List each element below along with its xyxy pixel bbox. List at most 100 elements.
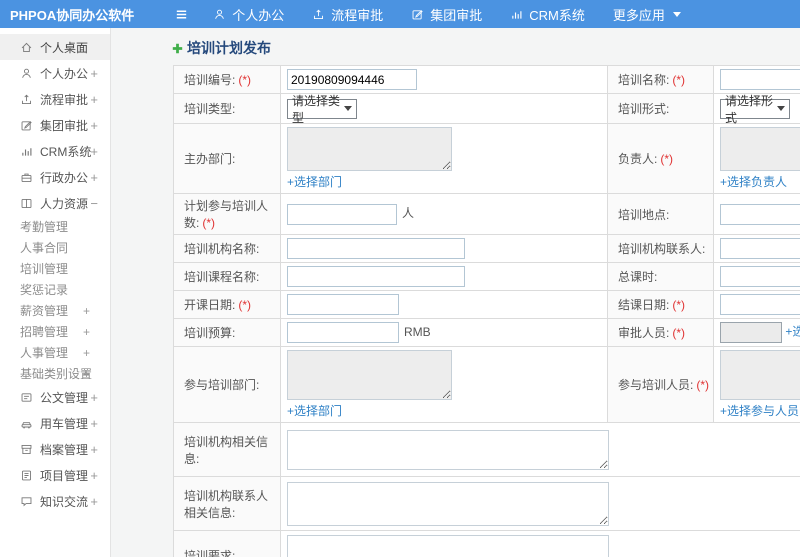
sidebar-item-project-mgmt[interactable]: 项目管理 +: [0, 462, 110, 488]
org-name-input[interactable]: [287, 238, 465, 259]
end-date-input[interactable]: [720, 294, 800, 315]
sidebar-subitem-recruit-mgmt[interactable]: 招聘管理 +: [0, 321, 110, 342]
requirements-textarea[interactable]: [287, 535, 609, 557]
approver-input[interactable]: [720, 322, 782, 343]
field-label: 参与培训部门:: [184, 378, 260, 392]
select-dept-link[interactable]: +选择部门: [287, 173, 342, 190]
nav-group-approval[interactable]: 集团审批: [411, 5, 482, 24]
field-label: 培训机构相关信息:: [184, 434, 269, 466]
field-label: 参与培训人员:: [618, 378, 694, 392]
sidebar-subitem-training-mgmt[interactable]: 培训管理: [0, 258, 110, 279]
table-row: 计划参与培训人数: (*) 人 培训地点:: [173, 193, 800, 235]
sidebar-item-personal-office[interactable]: 个人办公 +: [0, 60, 110, 86]
edit-icon: [411, 8, 424, 21]
table-row: 培训类型: 请选择类型 培训形式: 请选择形式: [173, 93, 800, 125]
clipboard-icon: [20, 469, 33, 482]
field-label: 审批人员:: [618, 326, 670, 340]
select-participants-link[interactable]: +选择参与人员: [720, 402, 799, 419]
budget-input[interactable]: [287, 322, 399, 343]
flow-export-icon: [20, 93, 33, 106]
document-icon: [20, 391, 33, 404]
sidebar-item-human-resources[interactable]: 人力资源 −: [0, 190, 110, 216]
table-row: 参与培训部门: +选择部门 参与培训人员: (*) +选择参与人员: [173, 346, 800, 423]
sidebar-item-archive-mgmt[interactable]: 档案管理 +: [0, 436, 110, 462]
nav-workflow-approval[interactable]: 流程审批: [312, 5, 383, 24]
table-row: 主办部门: +选择部门 负责人: (*) +选择负责人: [173, 123, 800, 194]
menu-toggle-button[interactable]: [174, 7, 189, 22]
required-asterisk: (*): [238, 298, 252, 312]
nav-more-apps[interactable]: 更多应用: [613, 5, 681, 24]
hamburger-icon: [174, 7, 189, 22]
location-input[interactable]: [720, 203, 800, 225]
book-icon: [20, 197, 33, 210]
host-dept-textarea[interactable]: [287, 127, 452, 171]
sidebar-subitem-reward-punishment[interactable]: 奖惩记录: [0, 279, 110, 300]
nav-personal-office[interactable]: 个人办公: [213, 5, 284, 24]
app-logo: PHPOA协同办公软件: [10, 7, 135, 23]
join-depts-textarea[interactable]: [287, 350, 452, 400]
home-icon: [20, 41, 33, 54]
sidebar-subitem-salary-mgmt[interactable]: 薪资管理 +: [0, 300, 110, 321]
field-label: 培训类型:: [184, 102, 236, 116]
sidebar-subitem-hr-contract[interactable]: 人事合同: [0, 237, 110, 258]
training-form-select[interactable]: 请选择形式: [720, 94, 790, 125]
field-label: 总课时:: [618, 270, 658, 284]
select-dept-link[interactable]: +选择部门: [287, 402, 342, 419]
total-hours-input[interactable]: [720, 266, 800, 287]
training-name-input[interactable]: [720, 69, 800, 90]
table-row: 培训机构名称: 培训机构联系人:: [173, 234, 800, 263]
select-approver-link[interactable]: +选择审批人员: [785, 325, 800, 339]
sidebar-item-vehicle-mgmt[interactable]: 用车管理 +: [0, 410, 110, 436]
sidebar-item-personal-desktop[interactable]: 个人桌面: [0, 34, 110, 60]
nav-crm-system[interactable]: CRM系统: [510, 5, 585, 24]
table-row: 开课日期: (*) 结课日期: (*): [173, 290, 800, 319]
main-content: 培训计划发布 培训编号:(*) 培训名称:(*) 培训类型: 请选择类型 培训形…: [112, 28, 800, 557]
org-contact-input[interactable]: [720, 238, 800, 259]
field-label: 结课日期:: [618, 298, 670, 312]
org-contact-info-textarea[interactable]: [287, 481, 609, 526]
course-name-input[interactable]: [287, 266, 465, 287]
required-asterisk: (*): [660, 152, 674, 166]
top-nav: 个人办公 流程审批 集团审批 CRM系统 更多应用: [213, 5, 709, 24]
org-info-textarea[interactable]: [287, 429, 609, 470]
planned-count-input[interactable]: [287, 203, 397, 225]
sidebar-subitem-attendance-mgmt[interactable]: 考勤管理: [0, 216, 110, 237]
user-icon: [20, 67, 33, 80]
sidebar-item-knowledge-exchange[interactable]: 知识交流 +: [0, 488, 110, 514]
field-label: 培训形式:: [618, 102, 670, 116]
sidebar-item-group-approval[interactable]: 集团审批 +: [0, 112, 110, 138]
table-row: 培训编号:(*) 培训名称:(*): [173, 65, 800, 94]
edit-icon: [20, 119, 33, 132]
field-label: 培训名称:: [618, 73, 670, 87]
sidebar-subitem-personnel-mgmt[interactable]: 人事管理 +: [0, 342, 110, 363]
sidebar: 个人桌面 个人办公 + 流程审批 + 集团审批 + CRM系统 + 行政办公 +…: [0, 28, 111, 557]
required-asterisk: (*): [696, 378, 710, 392]
join-people-textarea[interactable]: [720, 350, 800, 400]
chevron-down-icon: [344, 106, 352, 111]
flow-export-icon: [312, 8, 325, 21]
sidebar-item-workflow-approval[interactable]: 流程审批 +: [0, 86, 110, 112]
training-plan-form: 培训编号:(*) 培训名称:(*) 培训类型: 请选择类型 培训形式: 请选择形…: [173, 65, 800, 557]
sidebar-subitem-base-category-settings[interactable]: 基础类别设置 +: [0, 363, 110, 384]
start-date-input[interactable]: [287, 294, 399, 315]
table-row: 培训机构相关信息:: [173, 422, 800, 477]
sidebar-item-admin-office[interactable]: 行政办公 +: [0, 164, 110, 190]
sidebar-item-crm-system[interactable]: CRM系统 +: [0, 138, 110, 164]
field-label: 培训机构名称:: [184, 242, 260, 256]
field-label: 培训机构联系人:: [618, 242, 706, 256]
training-type-select[interactable]: 请选择类型: [287, 94, 357, 125]
field-label: 培训课程名称:: [184, 270, 260, 284]
select-leader-link[interactable]: +选择负责人: [720, 173, 787, 190]
briefcase-icon: [20, 171, 33, 184]
field-label: 培训地点:: [618, 207, 670, 222]
bar-chart-icon: [20, 145, 33, 158]
required-asterisk: (*): [202, 216, 216, 230]
car-icon: [20, 417, 33, 430]
sidebar-item-document-mgmt[interactable]: 公文管理 +: [0, 384, 110, 410]
field-label: 负责人:: [618, 152, 658, 166]
topbar: PHPOA协同办公软件 个人办公 流程审批 集团审批 CRM系统 更多应用: [0, 0, 800, 28]
plus-icon: [171, 42, 184, 55]
training-no-input[interactable]: [287, 69, 417, 90]
leader-textarea[interactable]: [720, 127, 800, 171]
chevron-down-icon: [672, 11, 681, 17]
